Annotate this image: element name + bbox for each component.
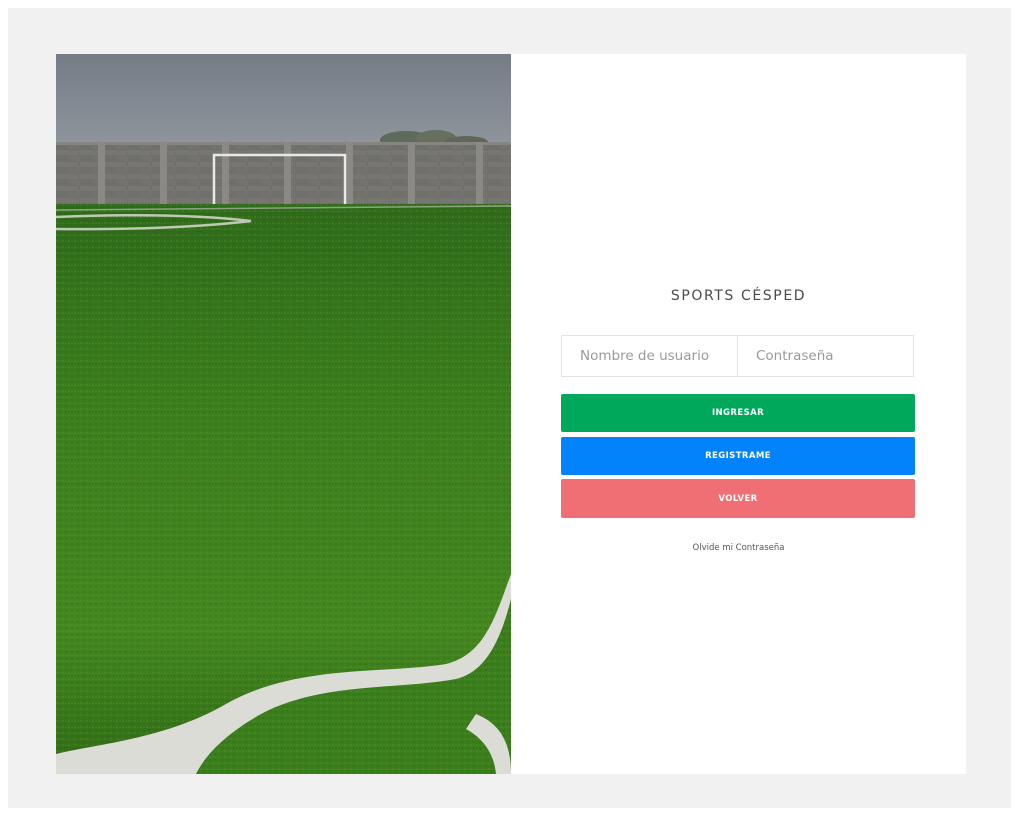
password-input[interactable] <box>737 336 913 376</box>
forgot-password-link[interactable]: Olvide mi Contraseña <box>511 543 966 553</box>
username-input[interactable] <box>562 336 737 376</box>
login-button[interactable]: INGRESAR <box>561 394 915 432</box>
login-panel: SPORTS CÉSPED INGRESAR REGISTRAME VOLVER… <box>511 54 966 774</box>
hero-image <box>56 54 511 774</box>
brand-title: SPORTS CÉSPED <box>670 288 807 304</box>
login-card: SPORTS CÉSPED INGRESAR REGISTRAME VOLVER… <box>56 54 966 774</box>
page-background: SPORTS CÉSPED INGRESAR REGISTRAME VOLVER… <box>8 8 1011 808</box>
back-button[interactable]: VOLVER <box>561 479 915 518</box>
credentials-row <box>561 335 914 377</box>
register-button[interactable]: REGISTRAME <box>561 437 915 475</box>
